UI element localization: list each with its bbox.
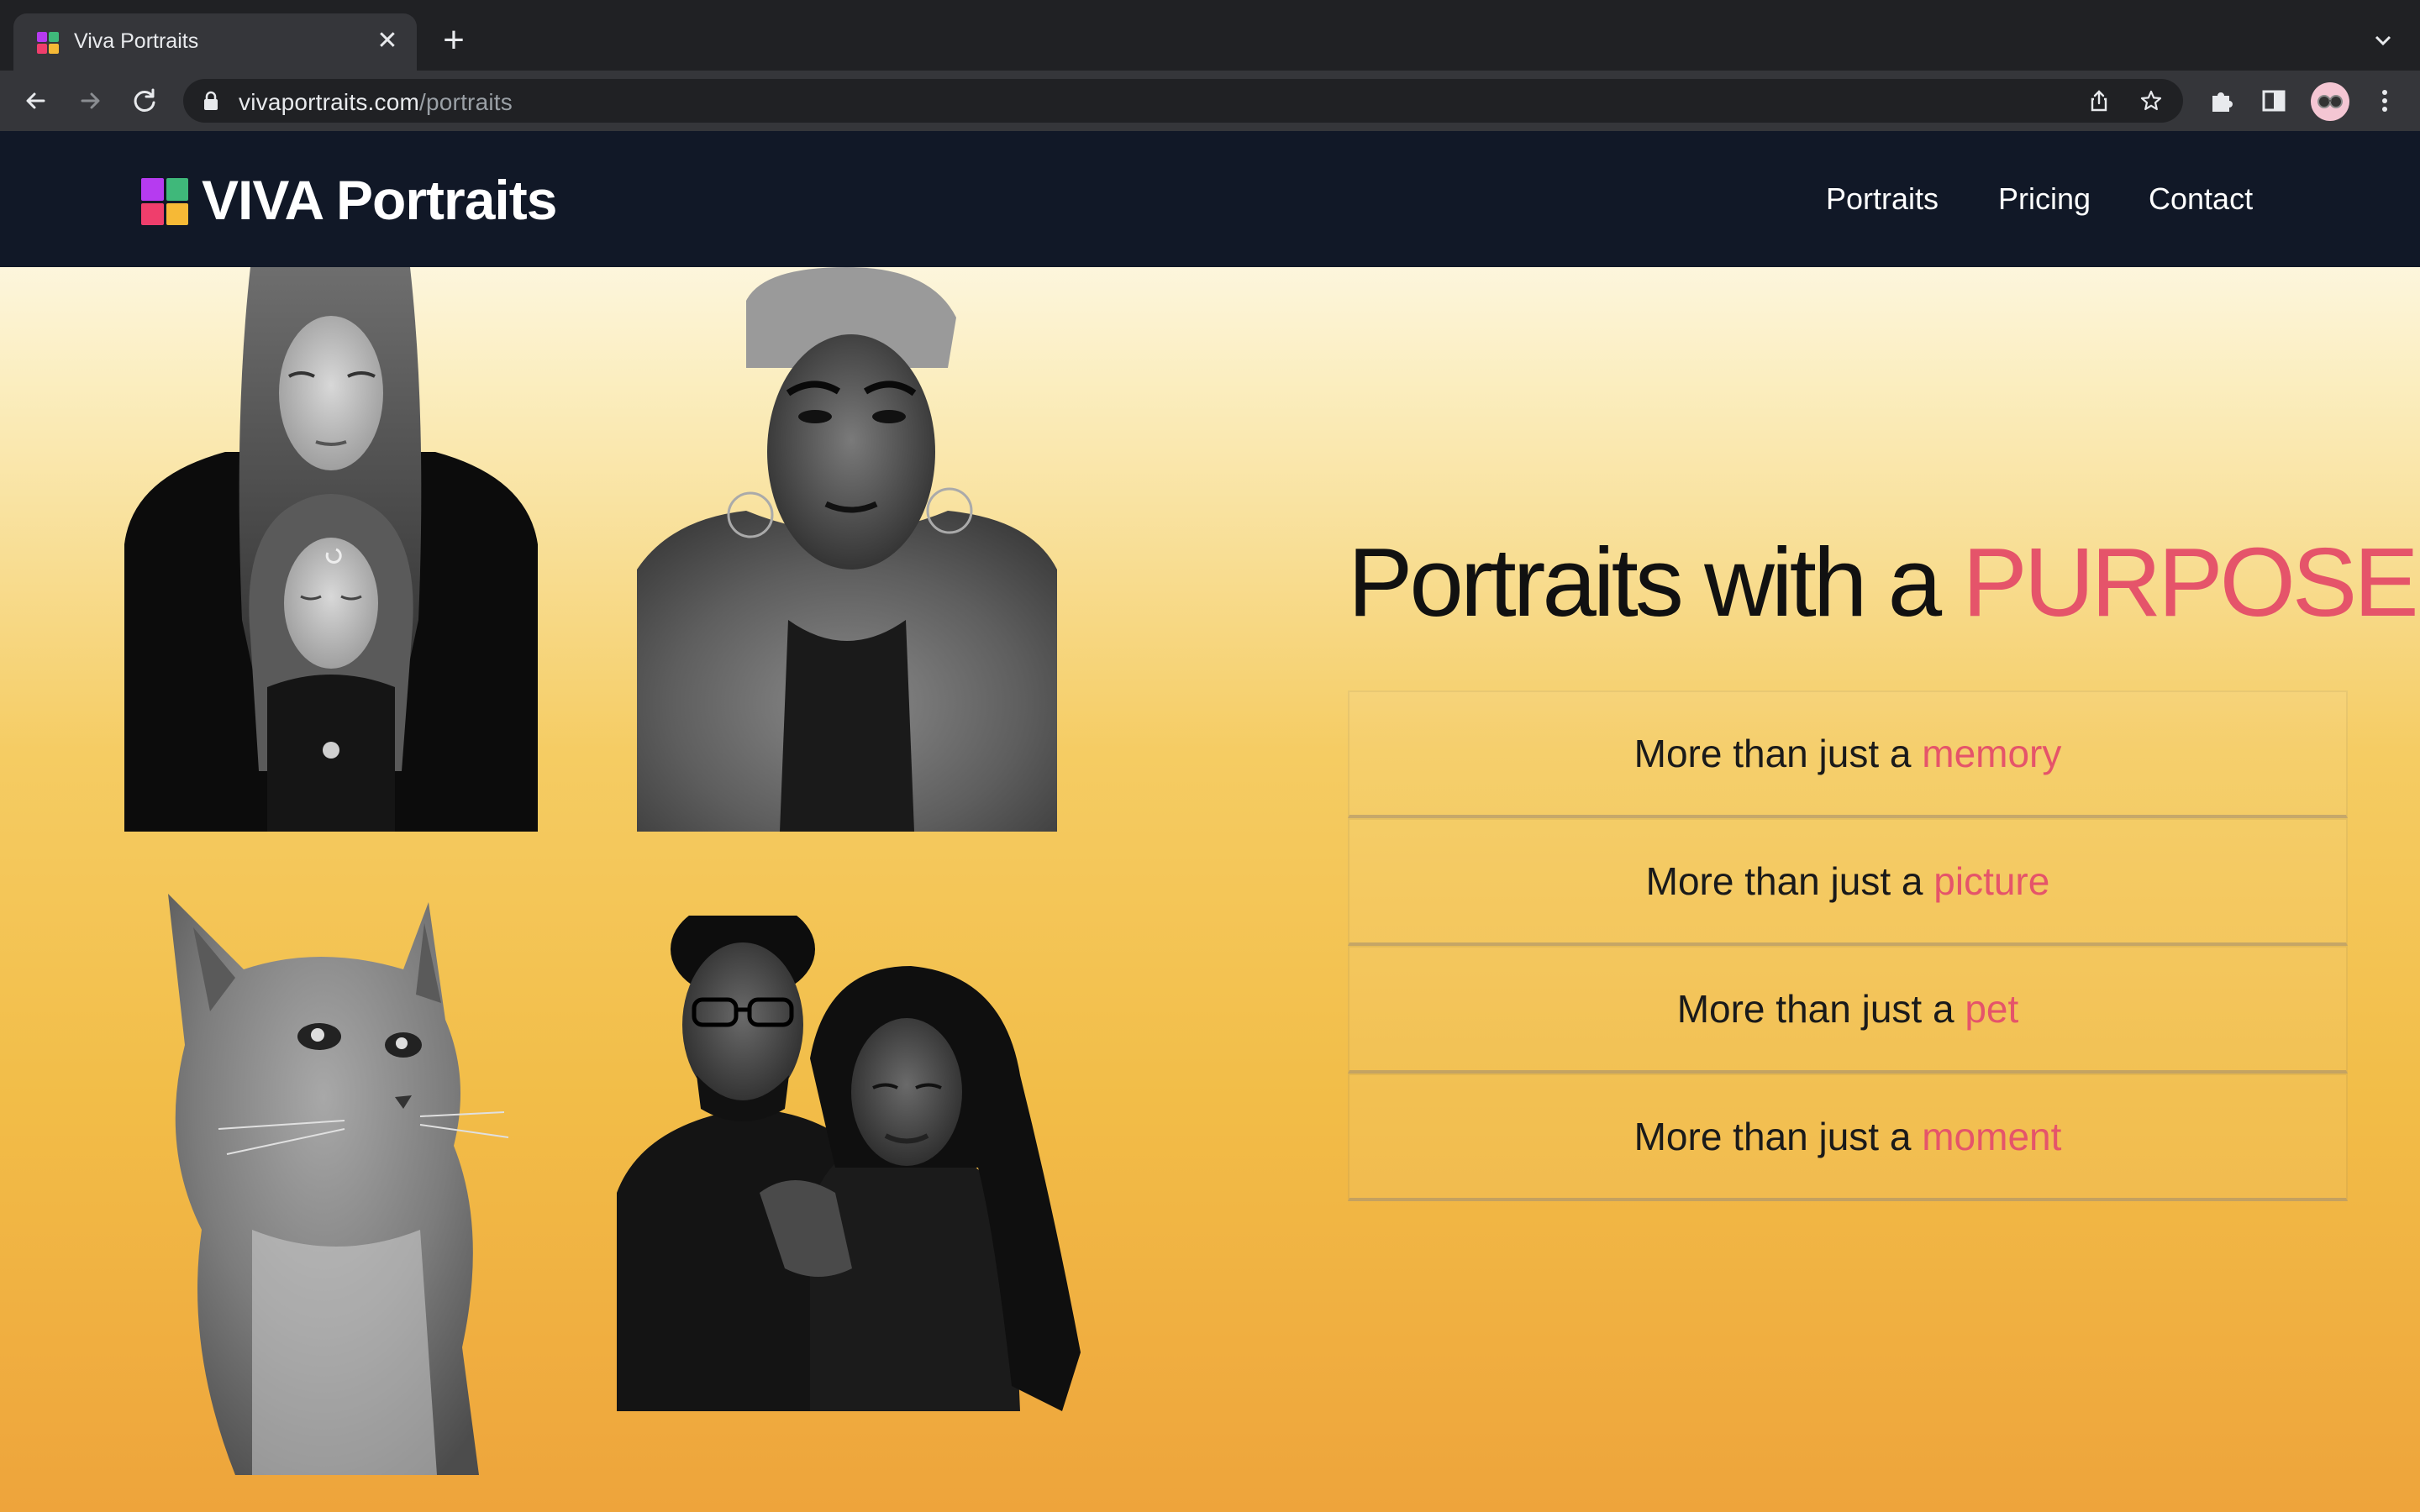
card-prefix: More than just a xyxy=(1676,987,1965,1031)
tab-close-icon[interactable]: ✕ xyxy=(373,27,402,55)
feature-card-list: More than just a memory More than just a… xyxy=(1348,690,2348,1201)
logo-square-1 xyxy=(141,178,164,201)
favicon-square-2 xyxy=(49,32,59,42)
side-panel-icon[interactable] xyxy=(2257,84,2291,118)
profile-avatar[interactable] xyxy=(2311,82,2349,121)
url-path: /portraits xyxy=(419,89,513,115)
logo-square-3 xyxy=(141,202,164,225)
tab-title: Viva Portraits xyxy=(74,29,199,53)
address-bar[interactable]: vivaportraits.com/portraits xyxy=(183,79,2183,123)
back-arrow-icon[interactable] xyxy=(18,84,52,118)
logo-square-2 xyxy=(166,178,188,201)
url-text[interactable]: vivaportraits.com/portraits xyxy=(239,89,513,116)
browser-tab[interactable]: Viva Portraits ✕ xyxy=(13,13,417,71)
card-prefix: More than just a xyxy=(1634,1115,1923,1158)
lock-icon[interactable] xyxy=(202,91,220,111)
new-tab-button[interactable]: + xyxy=(437,22,471,59)
card-accent: moment xyxy=(1922,1115,2062,1158)
bookmark-star-icon[interactable] xyxy=(2139,89,2163,113)
site-navbar: VIVA Portraits Portraits Pricing Contact xyxy=(0,131,2420,267)
card-accent: picture xyxy=(1933,859,2050,903)
extensions-puzzle-icon[interactable] xyxy=(2205,84,2238,118)
card-accent: pet xyxy=(1965,987,2019,1031)
card-prefix: More than just a xyxy=(1645,859,1934,903)
headline-accent: PURPOSE xyxy=(1962,528,2418,637)
logo-icon[interactable] xyxy=(141,178,188,225)
feature-card-picture: More than just a picture xyxy=(1348,818,2348,946)
nav-link-contact[interactable]: Contact xyxy=(2149,181,2253,217)
portrait-fur-coat-image xyxy=(637,267,1057,832)
page-content: VIVA Portraits Portraits Pricing Contact xyxy=(0,131,2420,1512)
logo-square-4 xyxy=(166,202,188,225)
favicon-icon xyxy=(37,32,59,54)
favicon-square-4 xyxy=(49,44,59,54)
browser-tab-strip: Viva Portraits ✕ + xyxy=(0,0,2420,71)
nav-link-pricing[interactable]: Pricing xyxy=(1998,181,2091,217)
feature-card-pet: More than just a pet xyxy=(1348,946,2348,1074)
reload-icon[interactable] xyxy=(128,84,161,118)
feature-card-moment: More than just a moment xyxy=(1348,1074,2348,1201)
favicon-square-3 xyxy=(37,44,47,54)
brand-logo-text[interactable]: VIVA Portraits xyxy=(202,168,557,232)
portrait-mother-daughter-image xyxy=(124,267,538,832)
feature-card-memory: More than just a memory xyxy=(1348,690,2348,818)
portrait-couple-image xyxy=(617,916,1081,1411)
browser-toolbar: vivaportraits.com/portraits xyxy=(0,71,2420,131)
headline-prefix: Portraits with a xyxy=(1348,528,1963,637)
portrait-cat-image xyxy=(151,877,513,1475)
tab-search-chevron-icon[interactable] xyxy=(2368,25,2398,55)
nav-link-portraits[interactable]: Portraits xyxy=(1826,181,1939,217)
forward-arrow-icon[interactable] xyxy=(74,84,108,118)
url-domain: vivaportraits.com xyxy=(239,89,420,115)
hero-headline: Portraits with a PURPOSE xyxy=(1348,526,2419,638)
card-prefix: More than just a xyxy=(1634,732,1923,775)
card-accent: memory xyxy=(1922,732,2062,775)
share-icon[interactable] xyxy=(2087,89,2111,113)
favicon-square-1 xyxy=(37,32,47,42)
browser-menu-icon[interactable] xyxy=(2368,84,2402,118)
